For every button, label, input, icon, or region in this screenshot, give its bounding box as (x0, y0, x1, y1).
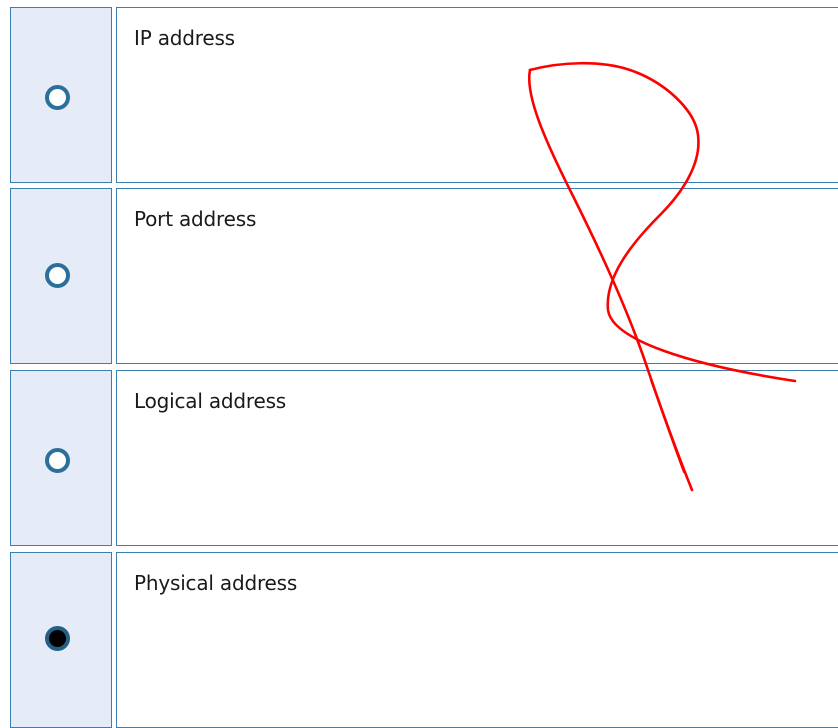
radio-cell-logical-address[interactable] (10, 370, 112, 546)
option-port-address: Port address (10, 188, 838, 364)
option-physical-address: Physical address (10, 552, 838, 728)
option-label-ip-address: IP address (134, 26, 235, 50)
option-text-cell-ip-address[interactable]: IP address (116, 7, 838, 183)
option-label-physical-address: Physical address (134, 571, 298, 595)
radio-cell-ip-address[interactable] (10, 7, 112, 183)
radio-port-address[interactable] (45, 263, 70, 288)
radio-logical-address[interactable] (45, 448, 70, 473)
option-text-cell-physical-address[interactable]: Physical address (116, 552, 838, 728)
radio-physical-address-selected[interactable] (45, 626, 70, 651)
option-label-port-address: Port address (134, 207, 257, 231)
option-ip-address: IP address (10, 7, 838, 183)
answer-options: IP address Port address Logical address … (0, 0, 838, 728)
option-logical-address: Logical address (10, 370, 838, 546)
radio-ip-address[interactable] (45, 85, 70, 110)
option-label-logical-address: Logical address (134, 389, 287, 413)
radio-cell-physical-address[interactable] (10, 552, 112, 728)
radio-cell-port-address[interactable] (10, 188, 112, 364)
option-text-cell-port-address[interactable]: Port address (116, 188, 838, 364)
option-text-cell-logical-address[interactable]: Logical address (116, 370, 838, 546)
